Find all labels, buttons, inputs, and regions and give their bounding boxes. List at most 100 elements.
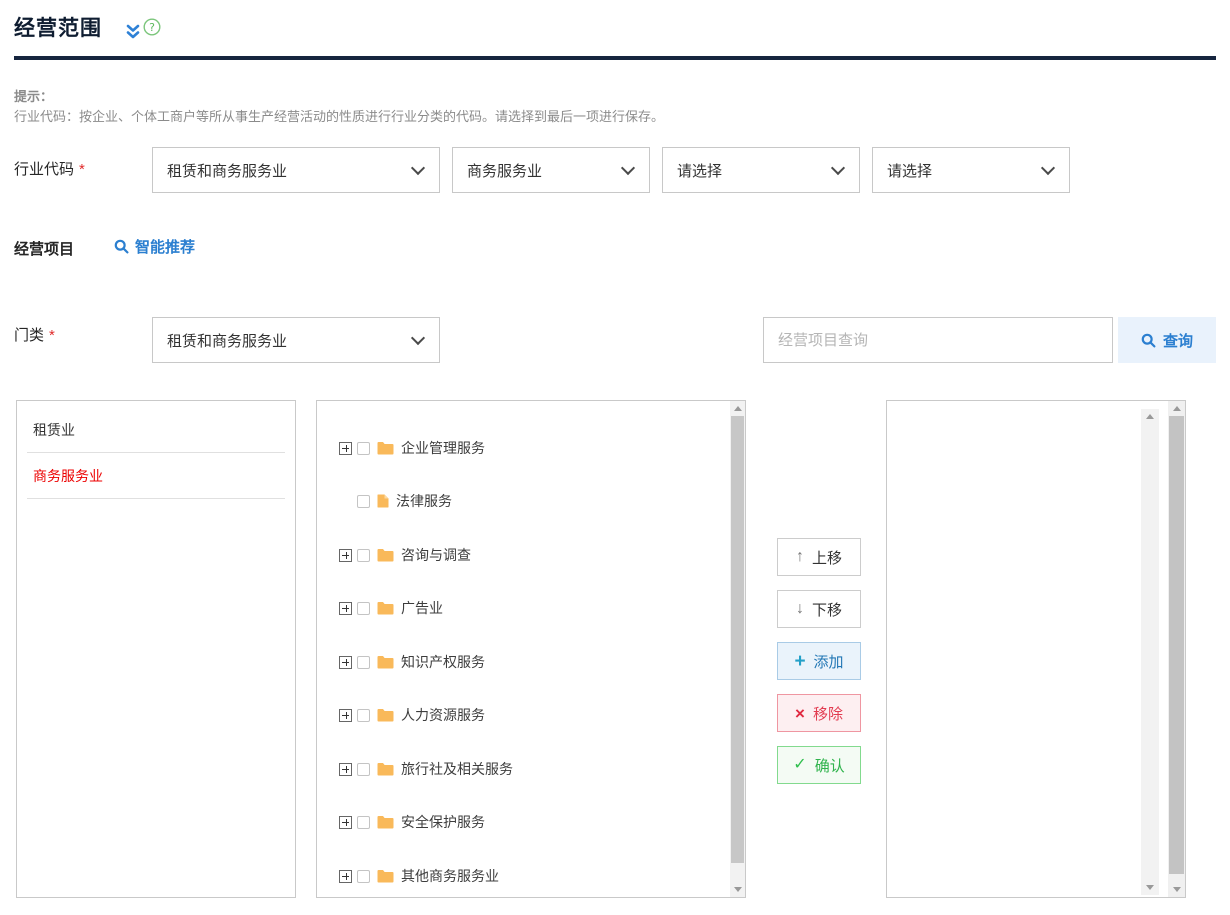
search-icon: [114, 239, 129, 254]
industry-code-select-level3[interactable]: 请选择: [662, 147, 860, 193]
tree-node-label[interactable]: 旅行社及相关服务: [401, 759, 513, 779]
business-item-search-input[interactable]: [763, 317, 1113, 363]
category-list-panel: 租赁业 商务服务业: [16, 400, 296, 898]
move-down-button[interactable]: ↓ 下移: [777, 590, 861, 628]
tree-node-label[interactable]: 企业管理服务: [401, 438, 485, 458]
select-value: 租赁和商务服务业: [167, 330, 287, 351]
smart-recommend-link[interactable]: 智能推荐: [114, 236, 195, 257]
select-value: 商务服务业: [467, 160, 542, 181]
expand-plus-icon[interactable]: [339, 763, 352, 776]
search-button[interactable]: 查询: [1118, 317, 1216, 363]
move-down-label: 下移: [812, 599, 842, 620]
tip-text: 行业代码：按企业、个体工商户等所从事生产经营活动的性质进行行业分类的代码。请选择…: [14, 106, 664, 125]
move-up-label: 上移: [812, 547, 842, 568]
folder-icon: [377, 655, 394, 669]
scroll-up-icon[interactable]: [1173, 406, 1181, 411]
help-icon[interactable]: ?: [143, 18, 161, 41]
confirm-button[interactable]: ✓ 确认: [777, 746, 861, 784]
plus-icon: +: [794, 652, 805, 671]
file-icon: [377, 494, 389, 508]
check-icon: ✓: [793, 757, 806, 773]
select-value: 请选择: [677, 160, 722, 181]
tree-node: 广告业: [339, 598, 443, 618]
expand-plus-icon[interactable]: [339, 709, 352, 722]
scroll-up-icon[interactable]: [734, 406, 742, 411]
tree-node-label[interactable]: 法律服务: [396, 491, 452, 511]
tree-panel-scrollbar[interactable]: [730, 401, 745, 897]
tree-node: 企业管理服务: [339, 438, 485, 458]
chevron-down-icon: [1041, 161, 1055, 175]
page-title: 经营范围: [14, 12, 102, 42]
double-chevron-down-icon[interactable]: [126, 24, 140, 45]
arrow-up-icon: ↑: [796, 549, 804, 565]
checkbox[interactable]: [357, 602, 370, 615]
industry-code-select-level2[interactable]: 商务服务业: [452, 147, 650, 193]
checkbox[interactable]: [357, 816, 370, 829]
section-divider: [14, 56, 1216, 60]
tree-panel: 企业管理服务 法律服务 咨询与调查 广告业 知识产权服务: [316, 400, 746, 898]
chevron-down-icon: [411, 161, 425, 175]
folder-icon: [377, 762, 394, 776]
move-up-button[interactable]: ↑ 上移: [777, 538, 861, 576]
industry-code-select-level4[interactable]: 请选择: [872, 147, 1070, 193]
expand-plus-icon[interactable]: [339, 870, 352, 883]
checkbox[interactable]: [357, 549, 370, 562]
scrollbar-thumb[interactable]: [731, 416, 744, 863]
tree-node-label[interactable]: 知识产权服务: [401, 652, 485, 672]
industry-code-label: 行业代码*: [14, 158, 85, 179]
selected-panel-scrollbar[interactable]: [1168, 401, 1185, 897]
checkbox[interactable]: [357, 763, 370, 776]
scroll-down-icon[interactable]: [1146, 885, 1154, 890]
tree-node-label[interactable]: 其他商务服务业: [401, 866, 499, 886]
tree-node: 法律服务: [357, 491, 452, 511]
required-asterisk: *: [49, 327, 55, 344]
category-item-selected[interactable]: 商务服务业: [27, 453, 285, 499]
expand-plus-icon[interactable]: [339, 442, 352, 455]
folder-icon: [377, 601, 394, 615]
expand-plus-icon[interactable]: [339, 816, 352, 829]
checkbox[interactable]: [357, 709, 370, 722]
category-select[interactable]: 租赁和商务服务业: [152, 317, 440, 363]
tree-node-label[interactable]: 人力资源服务: [401, 705, 485, 725]
tree-node: 旅行社及相关服务: [339, 759, 513, 779]
folder-icon: [377, 441, 394, 455]
arrow-down-icon: ↓: [796, 601, 804, 617]
folder-icon: [377, 869, 394, 883]
chevron-down-icon: [831, 161, 845, 175]
select-value: 请选择: [887, 160, 932, 181]
remove-button[interactable]: × 移除: [777, 694, 861, 732]
business-items-label: 经营项目: [14, 238, 74, 259]
checkbox[interactable]: [357, 495, 370, 508]
scroll-up-icon[interactable]: [1146, 414, 1154, 419]
scrollbar-thumb[interactable]: [1169, 416, 1184, 874]
select-value: 租赁和商务服务业: [167, 160, 287, 181]
category-label-text: 门类: [14, 327, 44, 344]
folder-icon: [377, 708, 394, 722]
expand-plus-icon[interactable]: [339, 602, 352, 615]
tree-node-label[interactable]: 咨询与调查: [401, 545, 471, 565]
checkbox[interactable]: [357, 870, 370, 883]
selected-items-panel: [886, 400, 1186, 898]
expand-plus-icon[interactable]: [339, 656, 352, 669]
scroll-down-icon[interactable]: [1173, 887, 1181, 892]
tip-label: 提示：: [14, 86, 53, 105]
checkbox[interactable]: [357, 442, 370, 455]
smart-recommend-label: 智能推荐: [135, 236, 195, 257]
chevron-down-icon: [411, 331, 425, 345]
remove-label: 移除: [813, 703, 843, 724]
tree-node: 其他商务服务业: [339, 866, 499, 886]
checkbox[interactable]: [357, 656, 370, 669]
tree-node: 知识产权服务: [339, 652, 485, 672]
scroll-down-icon[interactable]: [734, 887, 742, 892]
expand-plus-icon[interactable]: [339, 549, 352, 562]
selected-list-scrollbar[interactable]: [1141, 409, 1159, 895]
tree-node-label[interactable]: 安全保护服务: [401, 812, 485, 832]
confirm-label: 确认: [815, 755, 845, 776]
industry-code-select-level1[interactable]: 租赁和商务服务业: [152, 147, 440, 193]
category-item[interactable]: 租赁业: [27, 407, 285, 453]
tree-node-label[interactable]: 广告业: [401, 598, 443, 618]
folder-icon: [377, 548, 394, 562]
search-icon: [1141, 333, 1156, 348]
industry-code-label-text: 行业代码: [14, 161, 74, 178]
add-button[interactable]: + 添加: [777, 642, 861, 680]
